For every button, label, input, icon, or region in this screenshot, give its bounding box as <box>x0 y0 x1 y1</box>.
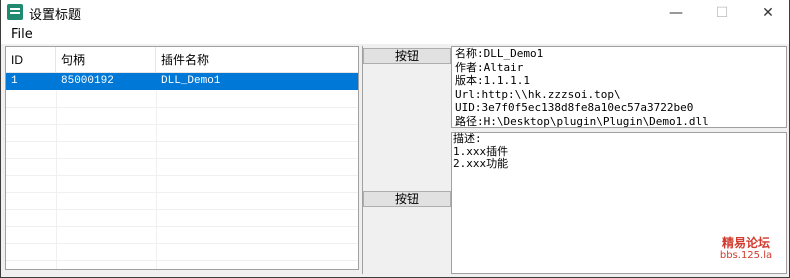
cell-handle: 85000192 <box>61 75 114 87</box>
grid-line <box>6 141 358 142</box>
action-button-bottom[interactable]: 按钮 <box>363 191 451 207</box>
info-path: 路径:H:\Desktop\plugin\Plugin\Demo1.dll <box>455 114 709 128</box>
app-window: 设置标题 — ☐ ✕ File ID 句柄 插件名称 1 85000192 DL… <box>0 0 790 278</box>
column-header-plugin-name[interactable]: 插件名称 <box>156 47 358 72</box>
plugin-info-panel: 名称:DLL_Demo1 作者:Altair 版本:1.1.1.1 Url:ht… <box>451 46 787 128</box>
grid-line <box>6 175 358 176</box>
info-version: 版本:1.1.1.1 <box>455 74 530 87</box>
minimize-button[interactable]: — <box>653 0 699 25</box>
grid-line <box>6 192 358 193</box>
info-author: 作者:Altair <box>455 60 524 74</box>
action-button-top[interactable]: 按钮 <box>363 48 451 64</box>
grid-line <box>6 226 358 227</box>
forum-watermark: 精易论坛 bbs.125.la <box>707 236 785 262</box>
info-name: 名称:DLL_Demo1 <box>455 47 544 60</box>
info-url: Url:http:\\hk.zzzsoi.top\ <box>455 87 621 101</box>
plugin-list[interactable]: ID 句柄 插件名称 1 85000192 DLL_Demo1 <box>5 46 359 270</box>
menu-bar: File <box>1 25 789 44</box>
maximize-button[interactable]: ☐ <box>699 0 745 25</box>
window-title: 设置标题 <box>29 8 82 23</box>
cell-id: 1 <box>11 75 18 87</box>
cell-plugin-name: DLL_Demo1 <box>161 75 221 87</box>
grid-line <box>6 260 358 261</box>
grid-line <box>6 243 358 244</box>
divider <box>362 46 363 274</box>
column-header-handle[interactable]: 句柄 <box>56 47 156 72</box>
grid-line <box>6 158 358 159</box>
grid-line <box>6 124 358 125</box>
watermark-title: 精易论坛 <box>721 236 770 250</box>
close-button[interactable]: ✕ <box>745 0 789 25</box>
menu-file[interactable]: File <box>11 27 33 42</box>
description-label: 描述: <box>453 132 482 145</box>
table-row[interactable]: 1 85000192 DLL_Demo1 <box>6 73 358 90</box>
grid-line <box>6 209 358 210</box>
column-header-id[interactable]: ID <box>6 47 56 72</box>
title-bar[interactable]: 设置标题 — ☐ ✕ <box>1 0 789 25</box>
grid-line <box>6 107 358 108</box>
list-header: ID 句柄 插件名称 <box>6 47 358 73</box>
description-line-2: 2.xxx功能 <box>453 157 509 170</box>
watermark-url: bbs.125.la <box>719 250 773 261</box>
app-logo-icon <box>7 4 23 20</box>
info-uid: UID:3e7f0f5ec138d8fe8a10ec57a3722be0 <box>455 101 694 114</box>
